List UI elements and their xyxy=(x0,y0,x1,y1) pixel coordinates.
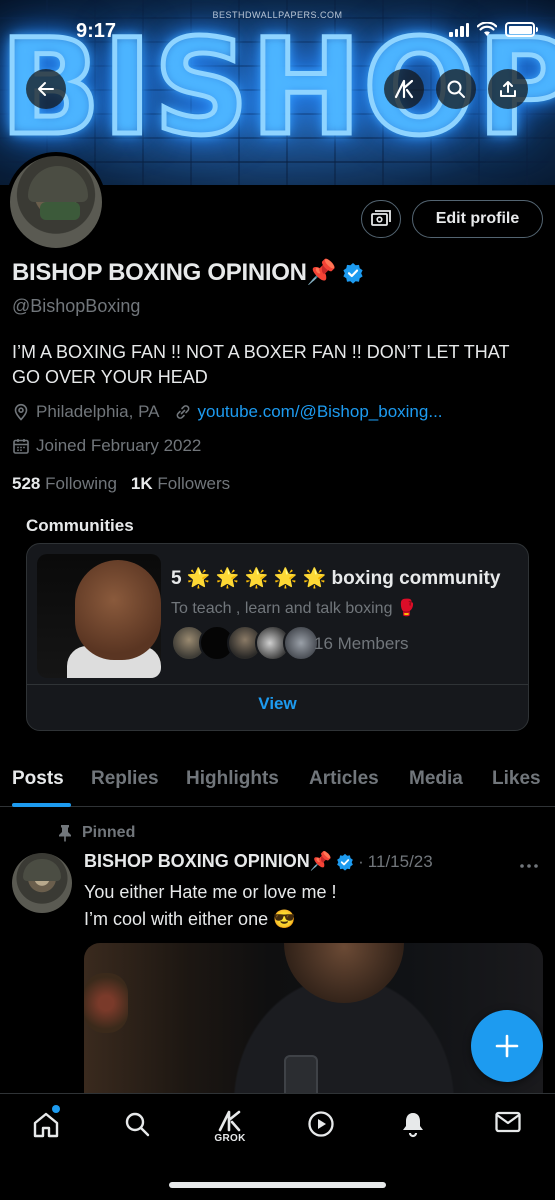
search-icon xyxy=(447,80,465,98)
share-icon xyxy=(500,81,516,97)
money-icon xyxy=(371,210,391,226)
home-indicator xyxy=(169,1182,386,1188)
battery-icon xyxy=(505,22,538,37)
profile-joined-row: Joined February 2022 xyxy=(12,436,201,456)
post-author-avatar[interactable] xyxy=(12,853,72,913)
display-name-text: BISHOP BOXING OPINION📌 xyxy=(12,259,337,286)
followers-count: 1K xyxy=(130,474,153,493)
arrow-left-icon xyxy=(38,82,54,96)
plus-icon xyxy=(495,1034,519,1058)
verified-badge-icon[interactable] xyxy=(342,262,364,284)
grok-icon xyxy=(218,1110,241,1132)
nav-grok[interactable]: GROK xyxy=(210,1110,250,1146)
grok-icon xyxy=(394,79,414,99)
cellular-signal-icon xyxy=(449,22,469,37)
communities-heading: Communities xyxy=(26,516,134,535)
pin-icon xyxy=(59,825,71,842)
post-text-line: You either Hate me or love me ! xyxy=(84,882,337,902)
follow-stats: 528 Following 1K Followers xyxy=(12,474,230,494)
wifi-icon xyxy=(477,22,497,36)
active-tab-indicator xyxy=(12,803,71,807)
edit-profile-button[interactable]: Edit profile xyxy=(412,200,543,238)
tab-highlights[interactable]: Highlights xyxy=(186,768,279,790)
compose-post-button[interactable] xyxy=(471,1010,543,1082)
back-button[interactable] xyxy=(26,69,66,109)
profile-display-name: BISHOP BOXING OPINION📌 xyxy=(12,258,364,287)
followers-link[interactable]: 1K Followers xyxy=(131,474,230,494)
play-circle-icon xyxy=(308,1111,334,1137)
post-author-name[interactable]: BISHOP BOXING OPINION📌 xyxy=(84,851,332,872)
post-media-image[interactable] xyxy=(84,943,543,1093)
tab-likes[interactable]: Likes xyxy=(492,768,541,790)
community-view-button[interactable]: View xyxy=(27,694,528,714)
search-button[interactable] xyxy=(436,69,476,109)
nav-video[interactable] xyxy=(301,1110,341,1146)
following-link[interactable]: 528 Following xyxy=(12,474,117,494)
followers-label: Followers xyxy=(157,474,231,493)
bell-icon xyxy=(403,1113,423,1138)
post-text-line: I’m cool with either one 😎 xyxy=(84,909,296,929)
home-icon xyxy=(33,1112,59,1138)
community-title: 5 🌟 🌟 🌟 🌟 🌟 boxing community xyxy=(171,568,501,589)
grok-button[interactable] xyxy=(384,69,424,109)
grok-label: GROK xyxy=(214,1133,246,1144)
community-card[interactable]: 5 🌟 🌟 🌟 🌟 🌟 boxing community To teach , … xyxy=(26,543,529,731)
nav-home[interactable] xyxy=(26,1110,66,1146)
calendar-icon xyxy=(13,439,29,454)
tab-posts[interactable]: Posts xyxy=(12,768,64,790)
community-description: To teach , learn and talk boxing 🥊 xyxy=(171,600,417,617)
envelope-icon xyxy=(495,1111,521,1133)
community-member-count: 16 Members xyxy=(314,634,409,653)
nav-messages[interactable] xyxy=(488,1110,528,1146)
following-label: Following xyxy=(45,474,117,493)
post-header: BISHOP BOXING OPINION📌 · 11/15/23 xyxy=(84,851,433,872)
following-count: 528 xyxy=(12,474,41,493)
profile-tabs: Posts Replies Highlights Articles Media … xyxy=(0,755,555,807)
more-dots-icon xyxy=(520,864,538,868)
pinned-indicator: Pinned xyxy=(58,824,135,842)
profile-bio: I’M A BOXING FAN !! NOT A BOXER FAN !! D… xyxy=(12,342,510,387)
post-date[interactable]: 11/15/23 xyxy=(368,852,433,872)
community-photo xyxy=(37,554,161,678)
tab-media[interactable]: Media xyxy=(409,768,463,790)
nav-search[interactable] xyxy=(117,1110,157,1146)
home-notification-dot xyxy=(52,1105,60,1113)
status-time: 9:17 xyxy=(76,20,117,42)
status-icons xyxy=(449,22,538,37)
tab-replies[interactable]: Replies xyxy=(91,768,159,790)
post-more-options-button[interactable] xyxy=(519,852,539,875)
location-pin-icon xyxy=(14,403,28,421)
tab-articles[interactable]: Articles xyxy=(309,768,379,790)
nav-notifications[interactable] xyxy=(393,1110,433,1146)
link-icon xyxy=(176,405,189,419)
profile-joined-date: Joined February 2022 xyxy=(36,436,202,455)
share-button[interactable] xyxy=(488,69,528,109)
verified-badge-icon xyxy=(337,853,353,871)
community-member-avatars xyxy=(171,625,319,661)
profile-handle: @BishopBoxing xyxy=(12,296,141,316)
post-separator: · xyxy=(358,851,364,871)
post-text: You either Hate me or love me ! I’m cool… xyxy=(84,879,524,933)
profile-meta-row: Philadelphia, PA youtube.com/@Bishop_box… xyxy=(12,402,443,422)
profile-website-link[interactable]: youtube.com/@Bishop_boxing... xyxy=(198,402,443,422)
profile-location: Philadelphia, PA xyxy=(36,402,160,421)
community-divider xyxy=(27,684,528,685)
pinned-label: Pinned xyxy=(82,824,136,841)
profile-avatar[interactable] xyxy=(6,152,106,252)
search-icon xyxy=(125,1112,150,1137)
subscriptions-button[interactable] xyxy=(361,200,401,238)
